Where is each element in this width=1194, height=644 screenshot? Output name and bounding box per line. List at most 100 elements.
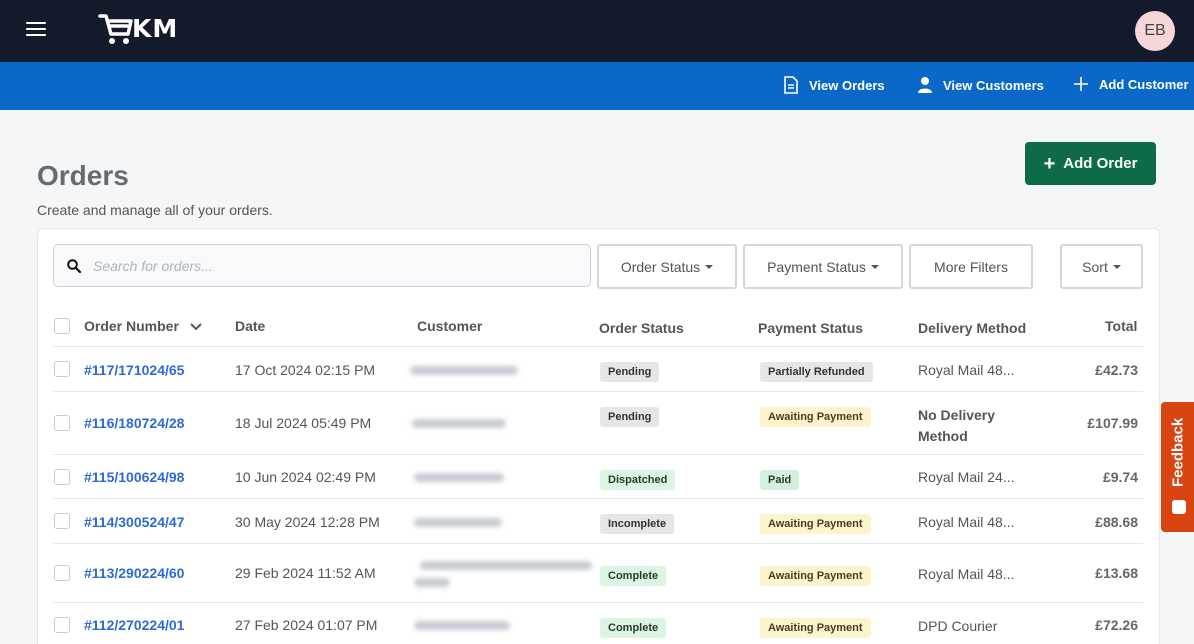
divider — [53, 498, 1143, 499]
add-customer-link[interactable]: Add Customer — [1073, 76, 1189, 92]
order-status-badge: Pending — [600, 407, 660, 427]
customer-name-redacted — [412, 419, 506, 428]
payment-status-filter[interactable]: Payment Status — [743, 244, 903, 289]
order-total: £42.73 — [1095, 362, 1138, 378]
order-status-badge: Complete — [600, 566, 667, 586]
caret-down-icon — [1112, 264, 1121, 269]
order-number-link[interactable]: #117/171024/65 — [84, 362, 184, 378]
row-checkbox[interactable] — [54, 513, 70, 529]
more-filters-label: More Filters — [934, 258, 1008, 275]
row-checkbox[interactable] — [54, 415, 70, 431]
order-status-filter[interactable]: Order Status — [597, 244, 737, 289]
feedback-label: Feedback — [1169, 417, 1187, 488]
column-order-status: Order Status — [599, 320, 684, 336]
column-date: Date — [235, 318, 266, 334]
delivery-method: DPD Courier — [918, 618, 998, 634]
customer-name-redacted — [420, 561, 592, 570]
search-input[interactable] — [93, 257, 563, 274]
column-delivery-method: Delivery Method — [918, 320, 1027, 336]
customer-name-redacted — [414, 473, 504, 482]
order-number-link[interactable]: #116/180724/28 — [84, 415, 184, 431]
column-customer: Customer — [417, 318, 483, 334]
delivery-method: Royal Mail 48... — [918, 566, 1015, 582]
order-status-badge: Pending — [600, 362, 660, 382]
more-filters-button[interactable]: More Filters — [909, 244, 1033, 289]
column-order-number[interactable]: Order Number — [84, 318, 203, 334]
sort-label: Sort — [1082, 258, 1108, 275]
order-date: 30 May 2024 12:28 PM — [235, 514, 380, 530]
payment-status-badge: Awaiting Payment — [760, 566, 871, 586]
feedback-icon — [1172, 500, 1186, 514]
select-all-checkbox[interactable] — [54, 318, 70, 334]
row-checkbox[interactable] — [54, 617, 70, 633]
column-payment-status: Payment Status — [758, 320, 864, 336]
customer-name-redacted — [414, 578, 450, 587]
payment-status-filter-label: Payment Status — [767, 258, 866, 275]
order-number-link[interactable]: #113/290224/60 — [84, 565, 184, 581]
order-total: £9.74 — [1102, 469, 1138, 485]
order-status-badge: Incomplete — [600, 514, 675, 534]
plus-icon: + — [1043, 152, 1056, 175]
chevron-down-icon — [190, 323, 202, 331]
order-total: £72.26 — [1095, 617, 1138, 633]
user-icon — [918, 77, 932, 93]
page-subtitle: Create and manage all of your orders. — [37, 202, 273, 218]
logo-text: KM — [132, 14, 179, 43]
payment-status-badge: Awaiting Payment — [760, 618, 871, 638]
search-box[interactable] — [53, 244, 591, 287]
avatar[interactable]: EB — [1135, 11, 1175, 51]
plus-icon — [1074, 77, 1088, 91]
delivery-method-line2: Method — [918, 428, 968, 444]
payment-status-badge: Awaiting Payment — [760, 407, 871, 427]
order-date: 10 Jun 2024 02:49 PM — [235, 469, 376, 485]
payment-status-badge: Awaiting Payment — [760, 514, 871, 534]
add-customer-label: Add Customer — [1099, 76, 1189, 92]
caret-down-icon — [705, 264, 714, 269]
order-date: 17 Oct 2024 02:15 PM — [235, 362, 376, 378]
delivery-method: Royal Mail 48... — [918, 362, 1015, 378]
sub-nav-bar: View Orders View Customers Add Customer — [0, 62, 1194, 110]
view-customers-link[interactable]: View Customers — [917, 76, 1044, 94]
order-number-link[interactable]: #115/100624/98 — [84, 469, 184, 485]
order-total: £13.68 — [1095, 565, 1138, 581]
document-icon — [784, 76, 798, 94]
caret-down-icon — [870, 264, 879, 269]
order-number-link[interactable]: #114/300524/47 — [84, 514, 184, 530]
top-bar: KM EB — [0, 0, 1194, 62]
column-order-number-label: Order Number — [84, 318, 179, 334]
page-title: Orders — [37, 160, 129, 191]
view-customers-label: View Customers — [943, 77, 1044, 93]
customer-name-redacted — [414, 621, 510, 630]
order-date: 18 Jul 2024 05:49 PM — [235, 415, 372, 431]
divider — [53, 543, 1143, 544]
divider — [53, 346, 1143, 347]
customer-name-redacted — [410, 366, 518, 375]
row-checkbox[interactable] — [54, 361, 70, 377]
add-order-button[interactable]: + Add Order — [1025, 142, 1156, 185]
divider — [53, 391, 1143, 392]
search-icon — [67, 258, 81, 273]
delivery-method: Royal Mail 48... — [918, 514, 1015, 530]
view-orders-link[interactable]: View Orders — [783, 76, 885, 94]
order-date: 27 Feb 2024 01:07 PM — [235, 617, 378, 633]
order-status-badge: Dispatched — [600, 470, 676, 490]
order-total: £107.99 — [1087, 415, 1138, 431]
view-orders-label: View Orders — [809, 77, 885, 93]
divider — [53, 454, 1143, 455]
row-checkbox[interactable] — [54, 469, 70, 485]
delivery-method: No Delivery — [918, 407, 996, 423]
row-checkbox[interactable] — [54, 565, 70, 581]
customer-name-redacted — [414, 518, 502, 527]
sort-button[interactable]: Sort — [1060, 244, 1143, 289]
add-order-label: Add Order — [1063, 155, 1138, 172]
divider — [53, 602, 1143, 603]
delivery-method: Royal Mail 24... — [918, 469, 1015, 485]
column-total: Total — [1105, 318, 1138, 334]
payment-status-badge: Paid — [760, 470, 800, 490]
order-date: 29 Feb 2024 11:52 AM — [235, 565, 376, 581]
order-number-link[interactable]: #112/270224/01 — [84, 617, 184, 633]
order-status-badge: Complete — [600, 618, 667, 638]
payment-status-badge: Partially Refunded — [760, 362, 873, 382]
hamburger-icon[interactable] — [26, 22, 46, 38]
order-status-filter-label: Order Status — [620, 258, 701, 275]
